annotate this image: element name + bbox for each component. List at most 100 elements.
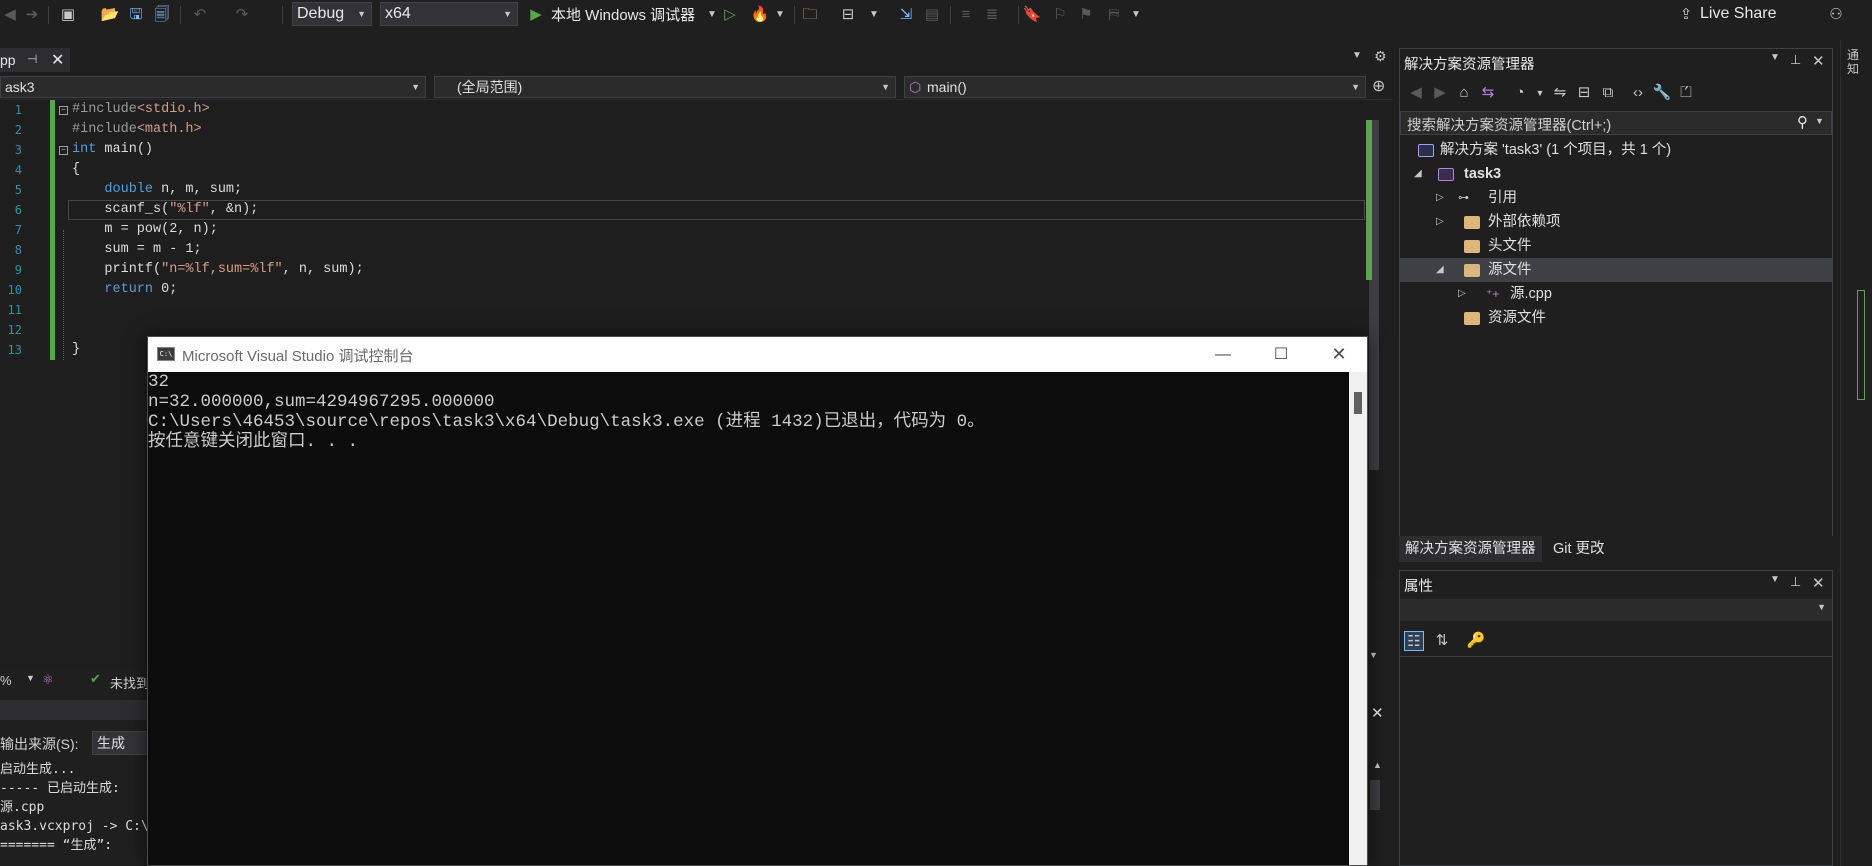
close-icon[interactable]: ✕ — [1812, 52, 1825, 70]
show-all-files-icon[interactable]: ⧉ — [1598, 83, 1618, 103]
live-share-button[interactable]: Live Share — [1700, 5, 1777, 23]
member-dropdown[interactable]: ⬡ main() ▼ — [904, 76, 1366, 98]
solution-config-dropdown[interactable]: Debug ▼ — [292, 2, 372, 26]
collapsed-arrow-icon[interactable]: ▷ — [1458, 282, 1466, 306]
tree-item-header-files[interactable]: 头文件 — [1400, 234, 1832, 258]
tree-item-source-files[interactable]: ◢ 源文件 — [1400, 258, 1832, 282]
prev-bookmark-icon[interactable]: ⚐ — [1050, 5, 1070, 25]
close-icon[interactable]: ✕ — [1812, 574, 1825, 592]
start-without-debug-icon[interactable]: ▷ — [720, 5, 740, 25]
chevron-down-icon[interactable]: ▼ — [26, 673, 35, 683]
step-icon[interactable]: ⇲ — [896, 5, 916, 25]
next-bookmark-icon[interactable]: ⚑ — [1076, 5, 1096, 25]
tab-git-changes[interactable]: Git 更改 — [1547, 536, 1611, 562]
debug-console-window[interactable]: C:\ Microsoft Visual Studio 调试控制台 — ☐ ✕ … — [147, 336, 1368, 866]
code-line[interactable]: printf("n=%lf,sum=%lf", n, sum); — [72, 260, 363, 280]
new-project-icon[interactable]: ▣ — [58, 5, 78, 25]
tree-item-project[interactable]: ◢ task3 — [1400, 162, 1832, 186]
sync-icon[interactable]: ⇋ — [1550, 83, 1570, 103]
switch-views-icon[interactable]: ⇆ — [1478, 83, 1498, 103]
tree-item-resource-files[interactable]: 资源文件 — [1400, 306, 1832, 330]
split-icon[interactable]: ⊕ — [1372, 76, 1385, 96]
project-dropdown[interactable]: ask3 ▼ — [0, 76, 426, 98]
code-line[interactable]: { — [72, 160, 80, 180]
browse-folder-icon[interactable]: 🗀 — [800, 5, 820, 25]
properties-object-dropdown[interactable]: ▼ — [1400, 599, 1832, 621]
clear-bookmarks-icon[interactable]: ⛿ — [1104, 5, 1124, 25]
chevron-down-icon[interactable]: ▼ — [1126, 5, 1146, 25]
tree-item-external-deps[interactable]: ▷ 外部依赖项 — [1400, 210, 1832, 234]
alphabetical-icon[interactable]: ⇅ — [1432, 631, 1452, 651]
save-icon[interactable]: 🖫 — [126, 5, 146, 25]
console-title-bar[interactable]: C:\ Microsoft Visual Studio 调试控制台 — ☐ ✕ — [148, 337, 1367, 372]
back-icon[interactable]: ◀ — [0, 5, 20, 25]
expanded-arrow-icon[interactable]: ◢ — [1414, 162, 1422, 186]
start-debug-icon[interactable]: ▶ — [526, 5, 546, 25]
start-debug-button[interactable]: 本地 Windows 调试器 — [551, 4, 695, 25]
code-line[interactable]: } — [72, 340, 80, 360]
save-all-icon[interactable]: 🗐 — [152, 5, 172, 25]
layout-icon[interactable]: ⊟ — [838, 5, 858, 25]
console-scrollbar-thumb[interactable] — [1354, 392, 1362, 414]
close-icon[interactable]: ✕ — [1371, 704, 1384, 722]
live-share-icon[interactable]: ⇪ — [1676, 5, 1696, 25]
output-source-dropdown[interactable]: 生成 — [92, 731, 152, 755]
pin-icon[interactable]: ⊥ — [1790, 52, 1801, 68]
tree-item-source-cpp[interactable]: ▷ ⁺+ 源.cpp — [1400, 282, 1832, 306]
tree-item-references[interactable]: ▷ ⊶ 引用 — [1400, 186, 1832, 210]
undo-icon[interactable]: ↶ — [190, 5, 210, 25]
home-icon[interactable]: ⌂ — [1454, 83, 1474, 103]
gear-icon[interactable]: ⚙ — [1374, 48, 1387, 65]
open-folder-icon[interactable]: 📂 — [100, 5, 120, 25]
output-scrollbar-thumb[interactable] — [1370, 780, 1380, 810]
back-icon[interactable]: ◀ — [1406, 83, 1426, 103]
code-line[interactable]: double n, m, sum; — [72, 180, 242, 200]
uncomment-icon[interactable]: ≣ — [982, 5, 1002, 25]
issues-status[interactable]: 未找到 — [110, 673, 149, 692]
copilot-icon[interactable]: ⚛ — [42, 672, 54, 688]
close-icon[interactable]: ✕ — [51, 50, 64, 70]
chevron-down-icon[interactable]: ▼ — [1530, 83, 1550, 103]
code-view-icon[interactable]: ‹› — [1628, 83, 1648, 103]
chevron-down-icon[interactable]: ▼ — [1770, 574, 1780, 585]
notifications-tab[interactable]: 通知 — [1847, 48, 1865, 76]
collapse-all-icon[interactable]: ⊟ — [1574, 83, 1594, 103]
chevron-down-icon[interactable]: ▼ — [770, 5, 790, 25]
chevron-down-icon[interactable]: ▼ — [864, 5, 884, 25]
hot-reload-icon[interactable]: 🔥 — [750, 5, 770, 25]
bookmark-icon[interactable]: 🔖 — [1022, 5, 1042, 25]
comment-icon[interactable]: ≡ — [956, 5, 976, 25]
preview-icon[interactable]: ⏍ — [1676, 83, 1696, 103]
redo-icon[interactable]: ↷ — [232, 5, 252, 25]
search-icon[interactable]: ⚲ — [1797, 113, 1808, 131]
forward-icon[interactable]: ▶ — [1430, 83, 1450, 103]
minimize-icon[interactable]: — — [1194, 337, 1252, 372]
account-icon[interactable]: ⚇ — [1826, 5, 1846, 25]
tree-item-solution[interactable]: 解决方案 'task3' (1 个项目，共 1 个) — [1400, 138, 1832, 162]
pending-changes-icon[interactable]: ◔ — [1510, 83, 1530, 103]
scroll-down-icon[interactable]: ▼ — [1369, 650, 1378, 660]
tab-list-icon[interactable]: ▼ — [1352, 50, 1362, 61]
code-line[interactable]: #include<math.h> — [72, 120, 202, 140]
collapse-icon[interactable]: − — [59, 106, 68, 115]
collapse-icon[interactable]: − — [59, 146, 68, 155]
code-line[interactable]: scanf_s("%lf", &n); — [72, 200, 258, 220]
code-line[interactable]: #include<stdio.h> — [72, 100, 210, 120]
properties-icon[interactable]: 🔧 — [1652, 83, 1672, 103]
maximize-icon[interactable]: ☐ — [1252, 337, 1310, 372]
expanded-arrow-icon[interactable]: ◢ — [1436, 258, 1444, 282]
align-icon[interactable]: ▤ — [922, 5, 942, 25]
document-tab[interactable]: pp ⊣ ✕ — [0, 48, 70, 72]
solution-explorer-search[interactable]: 搜索解决方案资源管理器(Ctrl+;) ⚲ ▼ — [1400, 111, 1832, 135]
platform-dropdown[interactable]: x64 ▼ — [380, 2, 518, 26]
tab-solution-explorer[interactable]: 解决方案资源管理器 — [1399, 536, 1542, 562]
console-output[interactable]: 32 n=32.000000,sum=4294967295.000000 C:\Us… — [148, 372, 1348, 865]
collapsed-arrow-icon[interactable]: ▷ — [1436, 210, 1444, 234]
code-line[interactable]: int main() — [72, 140, 153, 160]
chevron-down-icon[interactable]: ▼ — [1815, 116, 1824, 126]
code-line[interactable]: return 0; — [72, 280, 177, 300]
collapsed-arrow-icon[interactable]: ▷ — [1436, 186, 1444, 210]
scroll-up-icon[interactable]: ▲ — [1373, 760, 1382, 770]
pin-icon[interactable]: ⊣ — [27, 52, 37, 66]
close-icon[interactable]: ✕ — [1310, 337, 1368, 372]
